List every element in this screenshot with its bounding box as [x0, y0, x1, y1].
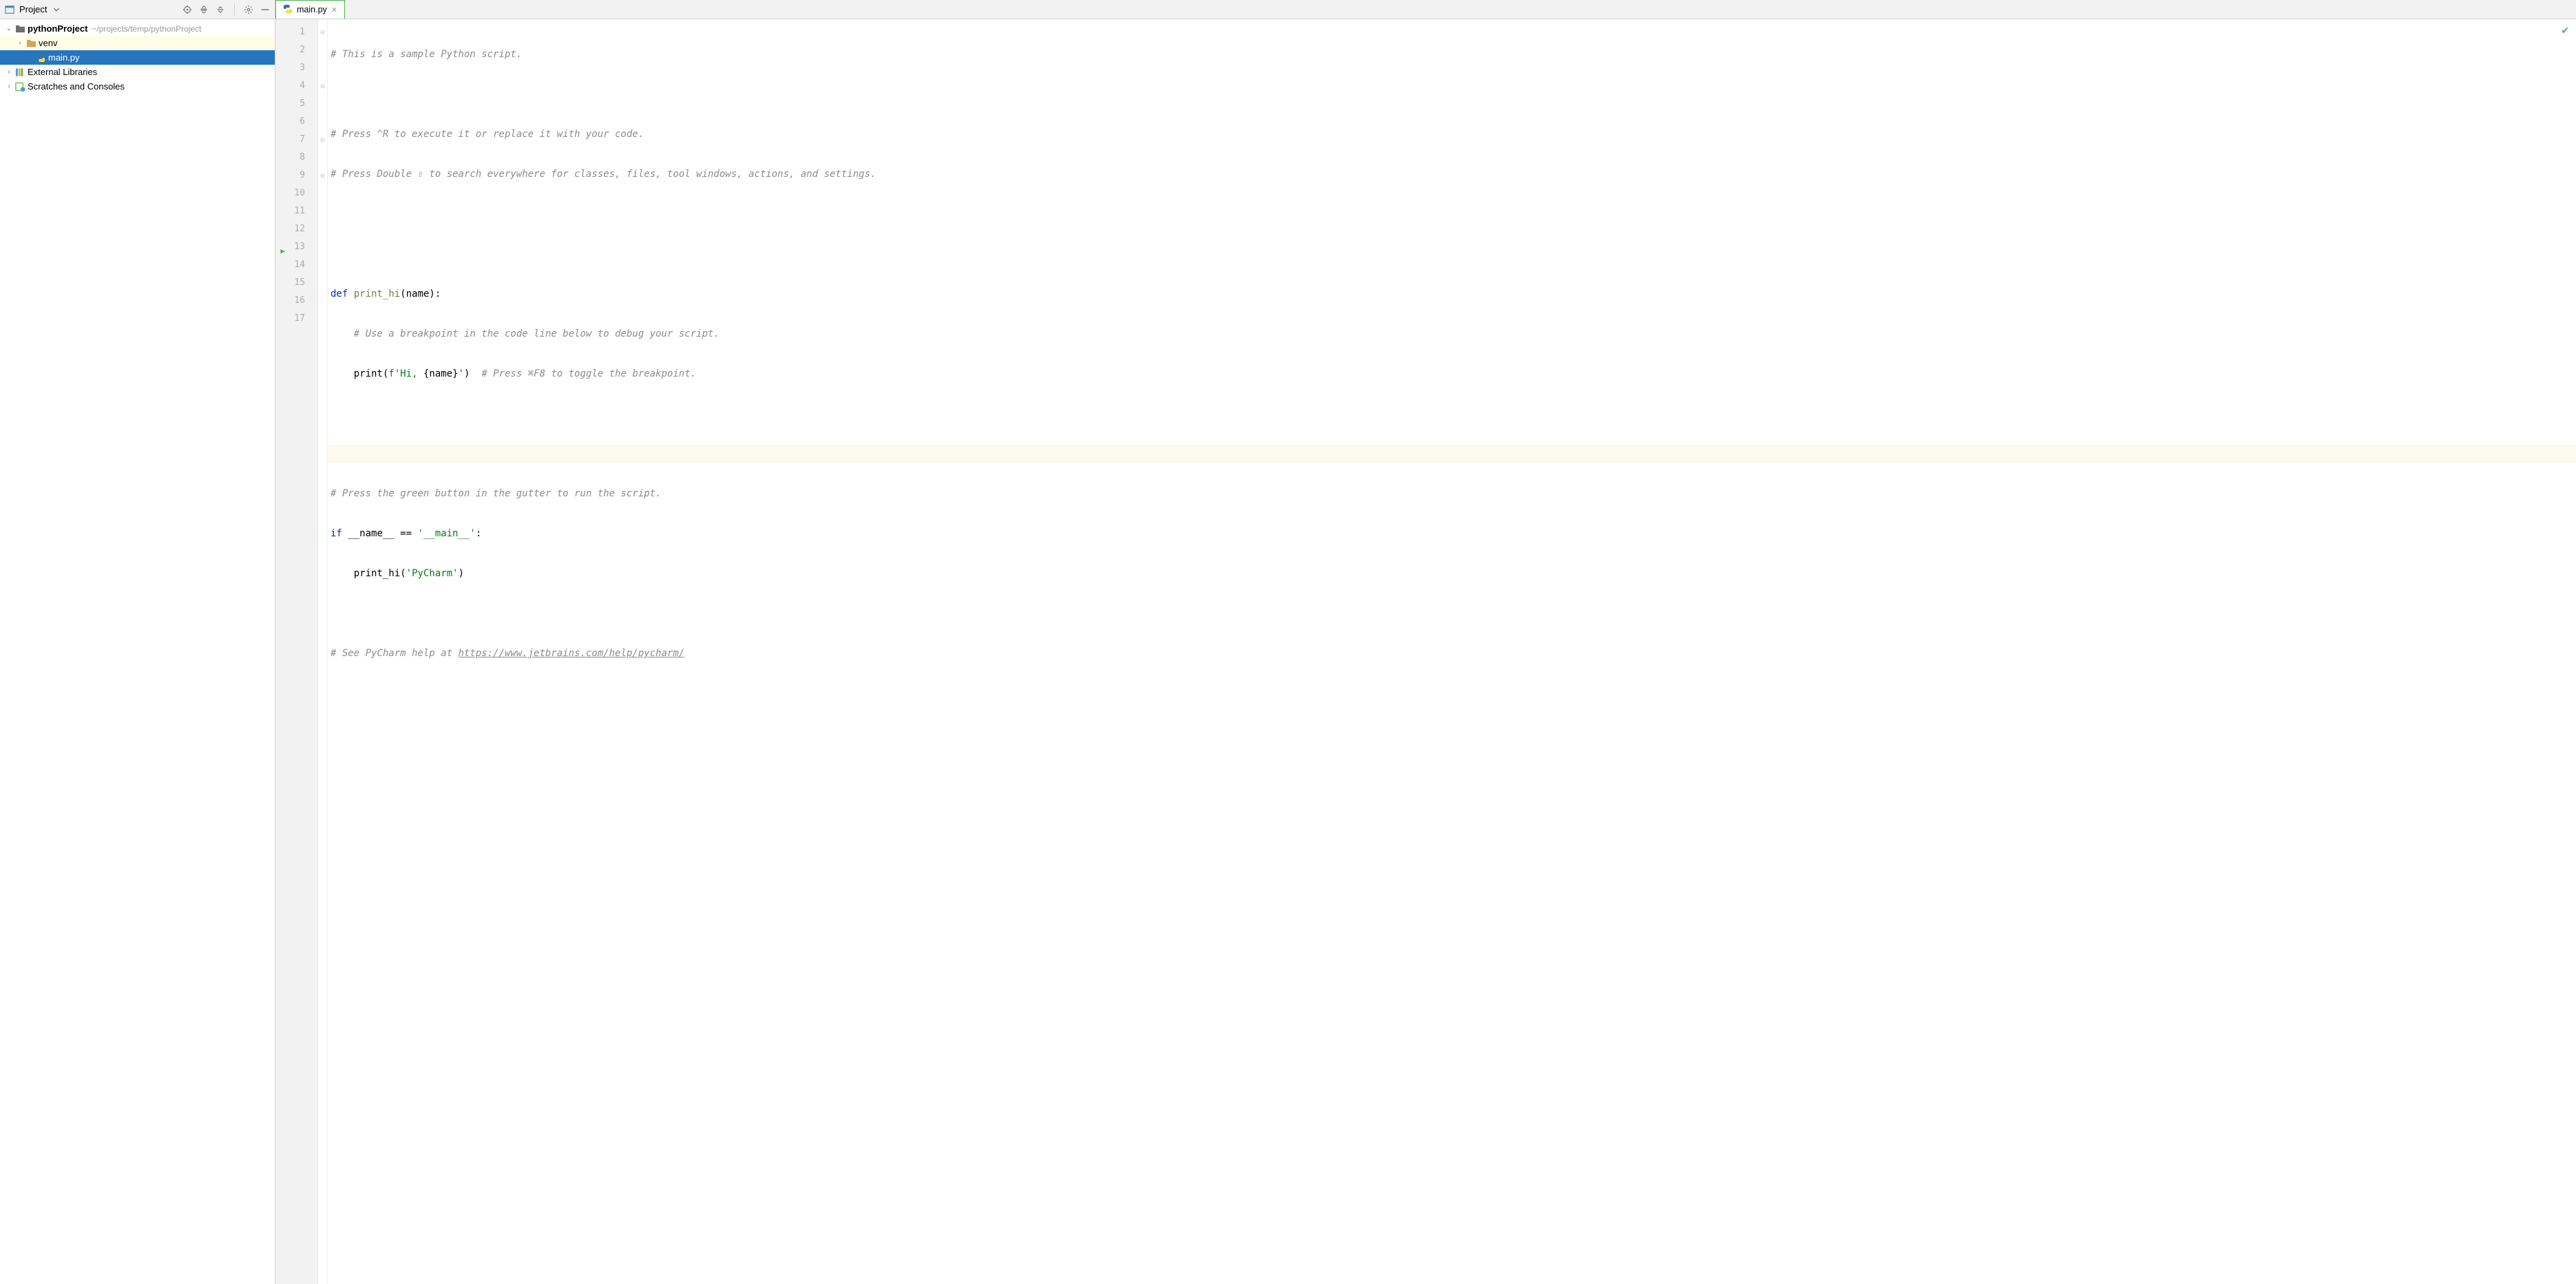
run-gutter-icon[interactable]: ▶ [280, 246, 285, 255]
code-text: # This is a sample Python script. [331, 49, 522, 60]
project-tool-window-header: Project [0, 0, 275, 19]
code-text: # Press ^R to execute it or replace it w… [331, 129, 644, 140]
code-text: ) [464, 368, 481, 379]
code-text: print_hi( [331, 568, 406, 579]
line-number[interactable]: 15 [286, 274, 305, 292]
chevron-right-icon[interactable]: › [15, 39, 25, 47]
inspection-ok-icon[interactable]: ✔ [2561, 25, 2569, 36]
code-text: https://www.jetbrains.com/help/pycharm/ [458, 648, 684, 659]
main-content-row: ⌄ pythonProject ~/projects/temp/pythonPr… [0, 19, 2576, 1284]
tab-label: main.py [297, 5, 327, 14]
line-number[interactable]: 5 [286, 95, 305, 113]
code-text: # See PyCharm help at [331, 648, 458, 659]
editor-tab-bar: main.py ✕ [275, 0, 2576, 19]
chevron-down-icon[interactable] [51, 4, 62, 15]
tree-node-label: External Libraries [26, 67, 97, 77]
line-number[interactable]: 7 [286, 131, 305, 149]
chevron-right-icon[interactable]: › [4, 68, 14, 76]
chevron-down-icon[interactable]: ⌄ [4, 25, 14, 32]
tab-main-py[interactable]: main.py ✕ [275, 0, 345, 19]
folder-icon [14, 24, 26, 33]
code-area[interactable]: # This is a sample Python script. # Pres… [328, 19, 2576, 1284]
code-text: # Use a breakpoint in the code line belo… [331, 328, 720, 339]
tree-node-venv[interactable]: › venv [0, 36, 275, 50]
tree-node-path: ~/projects/temp/pythonProject [87, 24, 201, 34]
line-number[interactable]: 8 [286, 149, 305, 167]
separator [234, 3, 235, 16]
code-text: : [476, 528, 481, 539]
line-number[interactable]: 10 [286, 185, 305, 202]
line-number[interactable]: 9 [286, 167, 305, 185]
line-number[interactable]: 12 [286, 220, 305, 238]
tree-root-project[interactable]: ⌄ pythonProject ~/projects/temp/pythonPr… [0, 21, 275, 36]
editor-gutter[interactable]: ▶ 1234567891011121314151617 [275, 19, 318, 1284]
code-text: f'Hi, [388, 368, 423, 379]
project-tree[interactable]: ⌄ pythonProject ~/projects/temp/pythonPr… [0, 19, 275, 1284]
code-text: ' [458, 368, 463, 379]
line-number[interactable]: 11 [286, 202, 305, 220]
scratch-icon [14, 82, 26, 92]
tree-node-external-libraries[interactable]: › External Libraries [0, 65, 275, 79]
tree-node-label: Scratches and Consoles [26, 81, 125, 92]
code-text: (name): [400, 288, 441, 299]
code-text: def [331, 288, 354, 299]
tree-node-label: pythonProject [26, 23, 87, 34]
code-text: ) [458, 568, 463, 579]
folder-icon [25, 39, 37, 48]
line-number[interactable]: 3 [286, 59, 305, 77]
editor: ▶ 1234567891011121314151617 ⊖⊖⊖⊖ # This … [275, 19, 2576, 1284]
code-text: '__main__' [417, 528, 475, 539]
code-text: __name__ == [348, 528, 417, 539]
tree-node-scratches[interactable]: › Scratches and Consoles [0, 79, 275, 94]
code-text: # Press ⌘F8 to toggle the breakpoint. [481, 368, 696, 379]
code-text: if [331, 528, 348, 539]
hide-icon[interactable] [260, 4, 271, 15]
line-number[interactable]: 14 [286, 256, 305, 274]
line-number[interactable]: 16 [286, 292, 305, 310]
line-number[interactable]: 2 [286, 41, 305, 59]
top-toolbar-row: Project [0, 0, 2576, 19]
python-file-icon [34, 53, 47, 63]
line-number[interactable]: 13 [286, 238, 305, 256]
code-text: 'PyCharm' [406, 568, 459, 579]
line-number[interactable]: 6 [286, 113, 305, 131]
line-number[interactable]: 17 [286, 310, 305, 328]
line-number[interactable]: 4 [286, 77, 305, 95]
gear-icon[interactable] [243, 4, 254, 15]
python-file-icon [283, 4, 293, 16]
fold-column[interactable]: ⊖⊖⊖⊖ [318, 19, 328, 1284]
locate-icon[interactable] [182, 4, 193, 15]
project-tool-window-title[interactable]: Project [19, 4, 47, 14]
line-number[interactable]: 1 [286, 23, 305, 41]
project-view-icon [4, 4, 15, 15]
chevron-right-icon[interactable]: › [4, 83, 14, 90]
tree-node-label: main.py [47, 52, 80, 63]
code-text: print( [331, 368, 388, 379]
tree-node-label: venv [37, 38, 57, 48]
tree-node-main-py[interactable]: main.py [0, 50, 275, 65]
library-icon [14, 67, 26, 77]
close-icon[interactable]: ✕ [331, 6, 337, 14]
collapse-all-icon[interactable] [215, 4, 226, 15]
expand-all-icon[interactable] [198, 4, 209, 15]
code-text: print_hi [354, 288, 400, 299]
code-text: {name} [423, 368, 459, 379]
code-text: # Press the green button in the gutter t… [331, 488, 661, 499]
code-text: # Press Double ⇧ to search everywhere fo… [331, 169, 876, 180]
